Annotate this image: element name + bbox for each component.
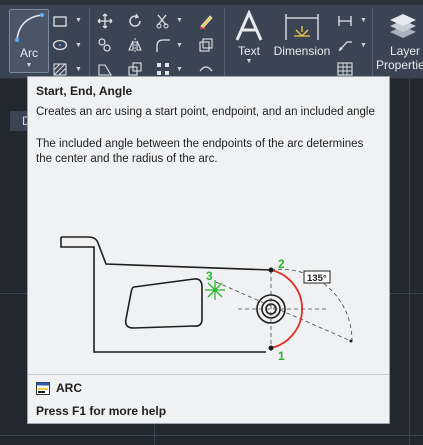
tooltip-divider	[28, 374, 389, 375]
canvas-grid-line	[154, 424, 155, 445]
trim-dropdown-caret[interactable]: ▼	[176, 17, 183, 24]
command-name: ARC	[56, 381, 82, 395]
point3-marker	[205, 280, 225, 300]
stretch-icon[interactable]	[97, 61, 113, 77]
point3-label: 3	[206, 269, 213, 283]
tooltip-help: Press F1 for more help	[36, 404, 167, 418]
linear-dropdown-caret[interactable]: ▼	[360, 17, 367, 24]
tooltip-command: ARC	[36, 381, 82, 395]
dimension-label: Dimension	[273, 44, 331, 58]
arc-tooltip: Start, End, Angle Creates an arc using a…	[27, 76, 390, 424]
tooltip-detail: The included angle between the endpoints…	[36, 138, 364, 165]
leader-dropdown-caret[interactable]: ▼	[360, 42, 367, 49]
mirror-icon[interactable]	[127, 37, 143, 53]
ribbon-title-strip	[0, 0, 423, 5]
angle-label: 135°	[307, 273, 327, 284]
text-dropdown-caret[interactable]: ▼	[246, 58, 253, 65]
rotate-icon[interactable]	[127, 13, 143, 29]
rectangle-dropdown-caret[interactable]: ▼	[75, 17, 82, 24]
text-label: Text	[237, 44, 260, 58]
join-icon[interactable]	[198, 61, 214, 77]
copy-icon[interactable]	[97, 37, 113, 53]
hatch-icon[interactable]	[52, 61, 68, 77]
layer-label-line2: Properties	[376, 58, 423, 72]
arc-icon	[15, 13, 44, 42]
erase-icon[interactable]	[198, 13, 214, 29]
arc-button[interactable]: Arc ▼	[9, 9, 49, 73]
fillet-dropdown-caret[interactable]: ▼	[176, 42, 183, 49]
point2-label: 2	[278, 257, 285, 271]
offset-icon[interactable]	[198, 37, 214, 53]
point1-label: 1	[278, 349, 285, 362]
fillet-icon[interactable]	[155, 37, 171, 53]
tooltip-title: Start, End, Angle	[36, 84, 133, 98]
construction-lines	[215, 268, 353, 352]
canvas-grid-line	[0, 435, 423, 436]
dimension-icon	[285, 14, 319, 40]
move-icon[interactable]	[97, 13, 113, 29]
rectangle-icon[interactable]	[52, 13, 68, 29]
array-icon[interactable]	[155, 61, 171, 77]
table-icon[interactable]	[337, 61, 353, 77]
arc-illustration: 2 1 3 135°	[60, 236, 353, 362]
command-icon	[36, 381, 50, 395]
ribbon-separator	[89, 8, 90, 76]
ribbon-separator	[224, 8, 225, 76]
arc-label: Arc	[20, 46, 38, 60]
tooltip-description: Creates an arc using a start point, endp…	[36, 106, 375, 118]
bracket-part	[60, 236, 286, 353]
arc-dropdown-caret[interactable]: ▼	[10, 62, 48, 69]
text-icon	[235, 10, 263, 41]
leader-icon[interactable]	[337, 37, 353, 53]
ribbon-panel: Arc ▼ ▼ ▼ ▼ ▼ ▼ ▼ Text ▼ Dimension ▼ ▼ L…	[0, 0, 423, 79]
layer-label-line1: Layer	[390, 44, 421, 58]
linear-dim-icon[interactable]	[337, 13, 353, 29]
layers-icon	[390, 14, 416, 38]
trim-icon[interactable]	[155, 13, 171, 29]
scale-icon[interactable]	[127, 61, 143, 77]
dimension-button[interactable]: Dimension	[272, 10, 332, 58]
ribbon-separator	[372, 8, 373, 76]
hatch-dropdown-caret[interactable]: ▼	[75, 66, 82, 73]
ellipse-icon[interactable]	[52, 37, 68, 53]
text-button[interactable]: Text ▼	[233, 10, 265, 65]
ellipse-dropdown-caret[interactable]: ▼	[75, 42, 82, 49]
layer-properties-button[interactable]: Layer Properties	[376, 10, 423, 72]
array-dropdown-caret[interactable]: ▼	[176, 66, 183, 73]
canvas-grid-line	[409, 78, 410, 445]
